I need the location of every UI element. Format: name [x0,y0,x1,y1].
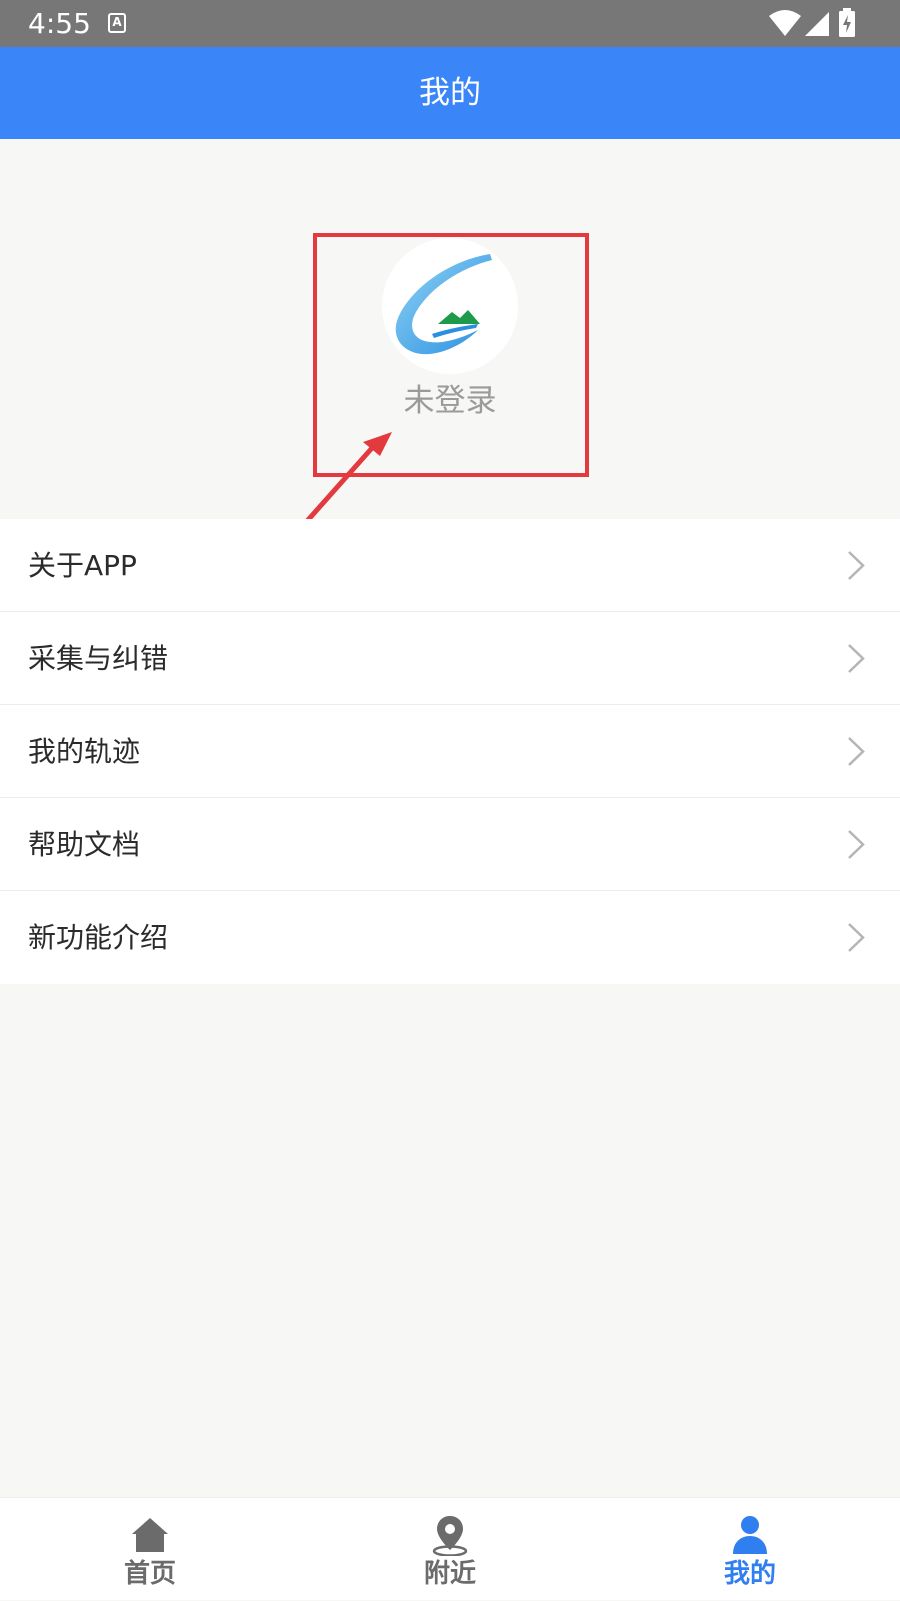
menu-item-label: 新功能介绍 [28,921,169,954]
menu-item-label: 采集与纠错 [28,642,169,675]
menu-item-about-app[interactable]: 关于APP [0,519,900,612]
chevron-right-icon [848,551,865,580]
menu-item-label: 我的轨迹 [28,735,141,768]
tab-label: 我的 [723,1559,776,1589]
status-time: 4:55 [28,7,91,40]
person-icon [733,1516,767,1554]
chevron-right-icon [848,737,865,766]
menu-item-label: 关于APP [28,549,137,582]
menu-item-new-features[interactable]: 新功能介绍 [0,891,900,984]
chevron-right-icon [848,923,865,952]
location-pin-icon [432,1516,468,1556]
tab-home[interactable]: 首页 [0,1498,300,1601]
chevron-right-icon [848,830,865,859]
menu-item-label: 帮助文档 [28,828,141,861]
tab-nearby[interactable]: 附近 [300,1498,600,1601]
menu-item-help-docs[interactable]: 帮助文档 [0,798,900,891]
cellular-signal-icon [805,12,829,36]
highlight-box [313,233,589,477]
tab-label: 附近 [423,1559,476,1589]
bottom-nav: 首页 附近 我的 [0,1497,900,1600]
chevron-right-icon [848,644,865,673]
page-title: 我的 [0,47,900,139]
tab-label: 首页 [123,1559,176,1589]
settings-menu: 关于APP 采集与纠错 我的轨迹 帮助文档 新功能介绍 [0,519,900,984]
menu-item-my-track[interactable]: 我的轨迹 [0,705,900,798]
notification-icon: A [108,13,126,33]
battery-charging-icon [839,8,855,37]
status-bar: 4:55 A [0,0,900,47]
home-icon [132,1518,168,1552]
tab-mine[interactable]: 我的 [600,1498,900,1601]
menu-item-collect-correct[interactable]: 采集与纠错 [0,612,900,705]
wifi-icon [769,10,801,36]
